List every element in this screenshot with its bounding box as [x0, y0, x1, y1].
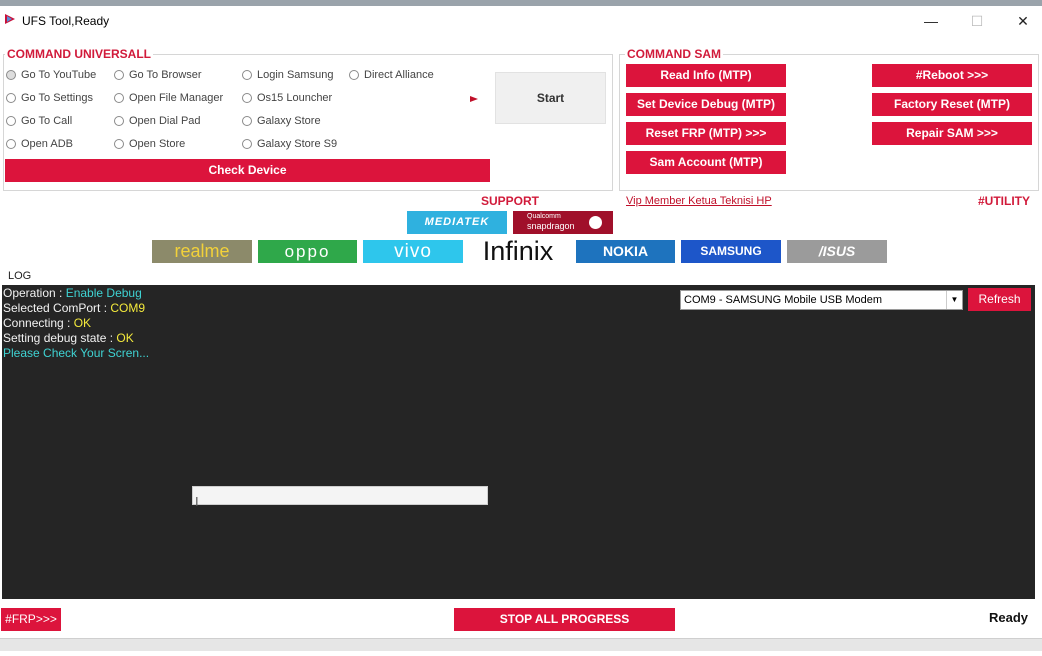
snapdragon-mark-icon	[589, 216, 602, 229]
reset-frp-button[interactable]: Reset FRP (MTP) >>>	[626, 122, 786, 145]
reboot-button[interactable]: #Reboot >>>	[872, 64, 1032, 87]
realme-logo: realme	[152, 240, 252, 263]
text-cursor-icon: I	[195, 494, 199, 509]
radio-dot	[114, 70, 124, 80]
command-sam-title: COMMAND SAM	[625, 47, 723, 61]
com-port-value: COM9 - SAMSUNG Mobile USB Modem	[684, 294, 883, 306]
radio-galaxy-store-s9[interactable]: Galaxy Store S9	[242, 136, 337, 152]
main-window: UFS Tool,Ready — ☐ ✕ COMMAND UNIVERSALL …	[0, 6, 1042, 656]
log-line: Operation : Enable Debug	[3, 286, 142, 300]
start-button[interactable]: Start	[495, 72, 606, 124]
arrow-right-icon	[470, 96, 478, 102]
sam-account-button[interactable]: Sam Account (MTP)	[626, 151, 786, 174]
snapdragon-text: snapdragon	[527, 221, 575, 231]
log-title: LOG	[6, 270, 34, 282]
radio-go-to-settings[interactable]: Go To Settings	[6, 90, 93, 106]
radio-dot	[349, 70, 359, 80]
radio-dot	[6, 93, 16, 103]
radio-dot	[6, 70, 16, 80]
log-line: Please Check Your Scren...	[3, 346, 150, 360]
refresh-button[interactable]: Refresh	[968, 288, 1031, 311]
snapdragon-logo: Qualcomm snapdragon	[513, 211, 613, 234]
radio-dot	[6, 116, 16, 126]
maximize-button[interactable]: ☐	[954, 10, 1000, 32]
oppo-logo: oppo	[258, 240, 357, 263]
infinix-logo: Infinix	[466, 235, 570, 267]
stop-all-progress-button[interactable]: STOP ALL PROGRESS	[454, 608, 675, 631]
app-logo-icon	[5, 14, 15, 24]
radio-go-to-browser[interactable]: Go To Browser	[114, 67, 202, 83]
radio-dot	[114, 116, 124, 126]
samsung-logo: SAMSUNG	[681, 240, 781, 263]
close-button[interactable]: ✕	[1000, 10, 1042, 32]
radio-galaxy-store[interactable]: Galaxy Store	[242, 113, 321, 129]
title-bar: UFS Tool,Ready — ☐ ✕	[0, 6, 1042, 36]
radio-dot	[242, 70, 252, 80]
command-universal-title: COMMAND UNIVERSALL	[5, 47, 153, 61]
radio-go-to-youtube[interactable]: Go To YouTube	[6, 67, 96, 83]
asus-logo: /ISUS	[787, 240, 887, 263]
log-line: Selected ComPort : COM9	[3, 301, 146, 315]
minimize-button[interactable]: —	[908, 10, 954, 32]
support-label: SUPPORT	[481, 194, 540, 208]
frp-button[interactable]: #FRP>>>	[1, 608, 61, 631]
radio-os15-louncher[interactable]: Os15 Louncher	[242, 90, 332, 106]
set-device-debug-button[interactable]: Set Device Debug (MTP)	[626, 93, 786, 116]
radio-login-samsung[interactable]: Login Samsung	[242, 67, 333, 83]
radio-open-adb[interactable]: Open ADB	[6, 136, 73, 152]
radio-dot	[114, 93, 124, 103]
status-text: Ready	[988, 610, 1028, 625]
radio-dot	[242, 93, 252, 103]
radio-dot	[242, 116, 252, 126]
log-line: Setting debug state : OK	[3, 331, 134, 345]
nokia-logo: NOKIA	[576, 240, 675, 263]
radio-dot	[114, 139, 124, 149]
vip-member-link[interactable]: Vip Member Ketua Teknisi HP	[626, 195, 772, 207]
log-line: Connecting : OK	[3, 316, 92, 330]
read-info-button[interactable]: Read Info (MTP)	[626, 64, 786, 87]
radio-open-dial-pad[interactable]: Open Dial Pad	[114, 113, 201, 129]
command-input[interactable]	[192, 486, 488, 505]
chevron-down-icon[interactable]: ▼	[946, 291, 962, 309]
mediatek-logo: MEDIATEK	[407, 211, 507, 234]
repair-sam-button[interactable]: Repair SAM >>>	[872, 122, 1032, 145]
check-device-button[interactable]: Check Device	[5, 159, 490, 182]
radio-open-store[interactable]: Open Store	[114, 136, 185, 152]
vivo-logo: vivo	[363, 240, 463, 263]
radio-direct-alliance[interactable]: Direct Alliance	[349, 67, 434, 83]
radio-dot	[242, 139, 252, 149]
utility-label: #UTILITY	[978, 194, 1031, 208]
radio-open-file-manager[interactable]: Open File Manager	[114, 90, 223, 106]
log-panel: Operation : Enable Debug Selected ComPor…	[2, 285, 1035, 599]
radio-go-to-call[interactable]: Go To Call	[6, 113, 72, 129]
radio-dot	[6, 139, 16, 149]
com-port-select[interactable]: COM9 - SAMSUNG Mobile USB Modem ▼	[680, 290, 963, 310]
window-title: UFS Tool,Ready	[22, 14, 110, 28]
factory-reset-button[interactable]: Factory Reset (MTP)	[872, 93, 1032, 116]
status-bar	[0, 638, 1042, 651]
qualcomm-text: Qualcomm	[527, 213, 561, 220]
